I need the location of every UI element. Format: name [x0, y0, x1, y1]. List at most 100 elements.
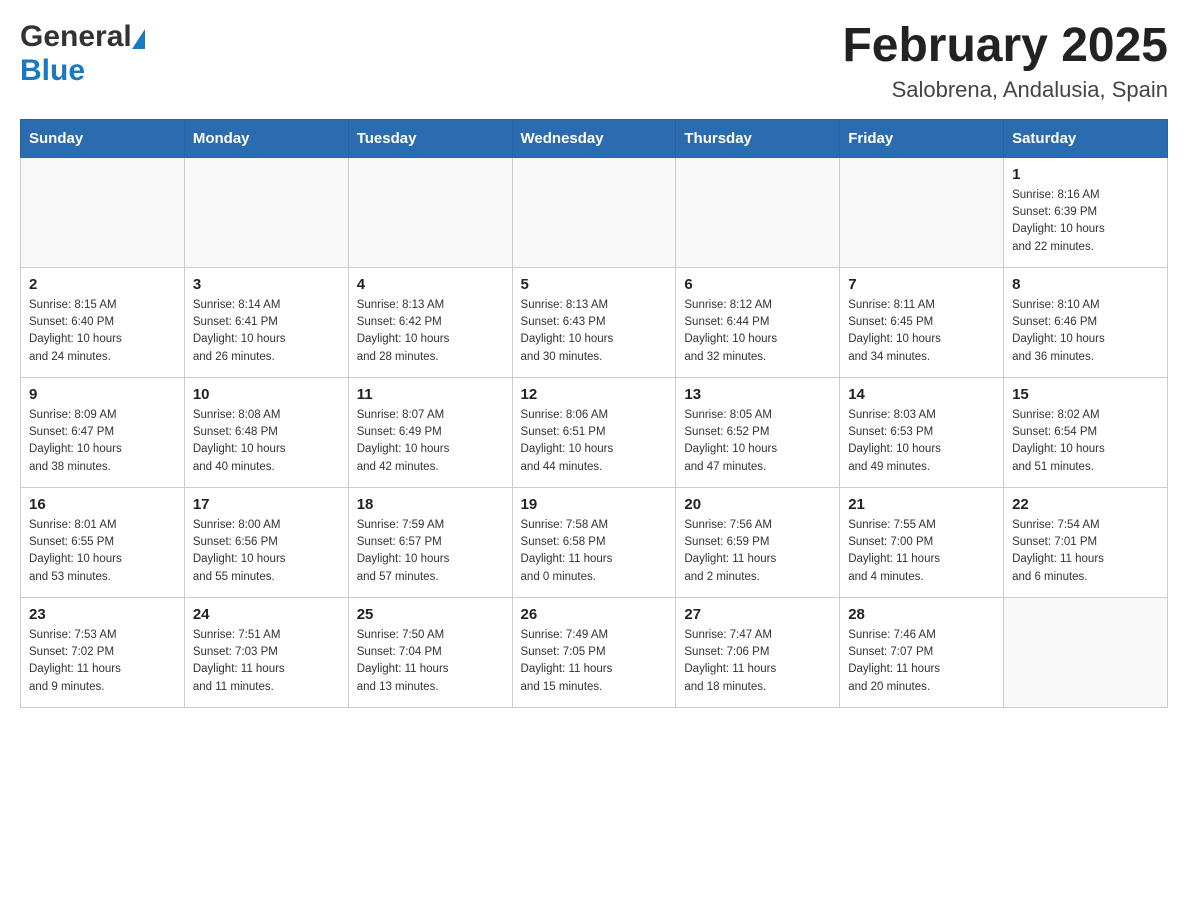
day-number: 18: [357, 496, 504, 513]
calendar-cell: [21, 157, 185, 267]
logo-general-text: General: [20, 20, 132, 54]
day-info: Sunrise: 8:01 AM Sunset: 6:55 PM Dayligh…: [29, 517, 176, 586]
day-number: 19: [521, 496, 668, 513]
calendar-cell: 18Sunrise: 7:59 AM Sunset: 6:57 PM Dayli…: [348, 487, 512, 597]
day-number: 13: [684, 386, 831, 403]
month-title: February 2025: [842, 20, 1168, 73]
day-info: Sunrise: 7:47 AM Sunset: 7:06 PM Dayligh…: [684, 627, 831, 696]
calendar-cell: 13 Sunrise: 8:05 AM Sunset: 6:52 PM Dayli…: [676, 377, 840, 487]
day-number: 28: [848, 606, 995, 623]
day-number: 10: [193, 386, 340, 403]
day-number: 12: [521, 386, 668, 403]
day-of-week-tuesday: Tuesday: [348, 119, 512, 157]
day-info: Sunrise: 8:10 AM Sunset: 6:46 PM Dayligh…: [1012, 297, 1159, 366]
day-number: 3: [193, 276, 340, 293]
day-info: Sunrise: 7:51 AM Sunset: 7:03 PM Dayligh…: [193, 627, 340, 696]
day-number: 20: [684, 496, 831, 513]
day-number: 4: [357, 276, 504, 293]
calendar-cell: 20 Sunrise: 7:56 AM Sunset: 6:59 PM Dayli…: [676, 487, 840, 597]
calendar-cell: 4Sunrise: 8:13 AM Sunset: 6:42 PM Daylig…: [348, 267, 512, 377]
calendar-cell: 24Sunrise: 7:51 AM Sunset: 7:03 PM Dayli…: [184, 597, 348, 707]
day-number: 25: [357, 606, 504, 623]
page-header: General Blue February 2025 Salobrena, An…: [20, 20, 1168, 103]
calendar-cell: [348, 157, 512, 267]
day-info: Sunrise: 8:06 AM Sunset: 6:51 PM Dayligh…: [521, 407, 668, 476]
day-info: Sunrise: 7:50 AM Sunset: 7:04 PM Dayligh…: [357, 627, 504, 696]
calendar-header: SundayMondayTuesdayWednesdayThursdayFrid…: [21, 119, 1168, 157]
day-number: 8: [1012, 276, 1159, 293]
day-info: Sunrise: 8:03 AM Sunset: 6:53 PM Dayligh…: [848, 407, 995, 476]
day-of-week-wednesday: Wednesday: [512, 119, 676, 157]
day-of-week-sunday: Sunday: [21, 119, 185, 157]
day-number: 14: [848, 386, 995, 403]
calendar-cell: 21 Sunrise: 7:55 AM Sunset: 7:00 PM Dayli…: [840, 487, 1004, 597]
day-number: 16: [29, 496, 176, 513]
day-info: Sunrise: 8:16 AM Sunset: 6:39 PM Dayligh…: [1012, 187, 1159, 256]
day-of-week-saturday: Saturday: [1004, 119, 1168, 157]
calendar-cell: 10 Sunrise: 8:08 AM Sunset: 6:48 PM Dayli…: [184, 377, 348, 487]
calendar-cell: 11 Sunrise: 8:07 AM Sunset: 6:49 PM Dayli…: [348, 377, 512, 487]
day-number: 2: [29, 276, 176, 293]
logo: General Blue: [20, 20, 145, 88]
calendar-cell: 22 Sunrise: 7:54 AM Sunset: 7:01 PM Dayli…: [1004, 487, 1168, 597]
calendar-cell: 8 Sunrise: 8:10 AM Sunset: 6:46 PM Daylig…: [1004, 267, 1168, 377]
calendar-cell: [840, 157, 1004, 267]
day-info: Sunrise: 8:02 AM Sunset: 6:54 PM Dayligh…: [1012, 407, 1159, 476]
day-info: Sunrise: 8:07 AM Sunset: 6:49 PM Dayligh…: [357, 407, 504, 476]
calendar-week-row: 23Sunrise: 7:53 AM Sunset: 7:02 PM Dayli…: [21, 597, 1168, 707]
calendar-body: 1 Sunrise: 8:16 AM Sunset: 6:39 PM Daylig…: [21, 157, 1168, 707]
day-number: 15: [1012, 386, 1159, 403]
calendar-cell: [512, 157, 676, 267]
day-number: 21: [848, 496, 995, 513]
day-info: Sunrise: 8:13 AM Sunset: 6:43 PM Dayligh…: [521, 297, 668, 366]
calendar-cell: [184, 157, 348, 267]
calendar-week-row: 9 Sunrise: 8:09 AM Sunset: 6:47 PM Daylig…: [21, 377, 1168, 487]
day-number: 11: [357, 386, 504, 403]
day-info: Sunrise: 7:53 AM Sunset: 7:02 PM Dayligh…: [29, 627, 176, 696]
day-number: 22: [1012, 496, 1159, 513]
day-number: 5: [521, 276, 668, 293]
title-section: February 2025 Salobrena, Andalusia, Spai…: [842, 20, 1168, 103]
calendar-cell: 12 Sunrise: 8:06 AM Sunset: 6:51 PM Dayli…: [512, 377, 676, 487]
calendar-cell: 6Sunrise: 8:12 AM Sunset: 6:44 PM Daylig…: [676, 267, 840, 377]
location-text: Salobrena, Andalusia, Spain: [842, 77, 1168, 103]
day-info: Sunrise: 8:12 AM Sunset: 6:44 PM Dayligh…: [684, 297, 831, 366]
day-number: 9: [29, 386, 176, 403]
day-info: Sunrise: 8:15 AM Sunset: 6:40 PM Dayligh…: [29, 297, 176, 366]
day-of-week-monday: Monday: [184, 119, 348, 157]
calendar-cell: 28Sunrise: 7:46 AM Sunset: 7:07 PM Dayli…: [840, 597, 1004, 707]
day-number: 26: [521, 606, 668, 623]
calendar-cell: 14 Sunrise: 8:03 AM Sunset: 6:53 PM Dayli…: [840, 377, 1004, 487]
day-info: Sunrise: 7:58 AM Sunset: 6:58 PM Dayligh…: [521, 517, 668, 586]
day-number: 27: [684, 606, 831, 623]
logo-blue-text: Blue: [20, 54, 85, 87]
day-number: 1: [1012, 166, 1159, 183]
calendar-week-row: 1 Sunrise: 8:16 AM Sunset: 6:39 PM Daylig…: [21, 157, 1168, 267]
day-info: Sunrise: 8:14 AM Sunset: 6:41 PM Dayligh…: [193, 297, 340, 366]
calendar-cell: 23Sunrise: 7:53 AM Sunset: 7:02 PM Dayli…: [21, 597, 185, 707]
day-info: Sunrise: 8:08 AM Sunset: 6:48 PM Dayligh…: [193, 407, 340, 476]
calendar-cell: 27 Sunrise: 7:47 AM Sunset: 7:06 PM Dayli…: [676, 597, 840, 707]
day-info: Sunrise: 7:56 AM Sunset: 6:59 PM Dayligh…: [684, 517, 831, 586]
calendar-week-row: 2 Sunrise: 8:15 AM Sunset: 6:40 PM Daylig…: [21, 267, 1168, 377]
calendar-cell: 17Sunrise: 8:00 AM Sunset: 6:56 PM Dayli…: [184, 487, 348, 597]
calendar-cell: [1004, 597, 1168, 707]
calendar-cell: 5 Sunrise: 8:13 AM Sunset: 6:43 PM Daylig…: [512, 267, 676, 377]
calendar-cell: 7Sunrise: 8:11 AM Sunset: 6:45 PM Daylig…: [840, 267, 1004, 377]
day-info: Sunrise: 7:49 AM Sunset: 7:05 PM Dayligh…: [521, 627, 668, 696]
day-header-row: SundayMondayTuesdayWednesdayThursdayFrid…: [21, 119, 1168, 157]
logo-triangle-icon: [132, 29, 145, 49]
calendar-week-row: 16 Sunrise: 8:01 AM Sunset: 6:55 PM Dayli…: [21, 487, 1168, 597]
day-info: Sunrise: 8:00 AM Sunset: 6:56 PM Dayligh…: [193, 517, 340, 586]
day-info: Sunrise: 8:09 AM Sunset: 6:47 PM Dayligh…: [29, 407, 176, 476]
calendar-cell: 26 Sunrise: 7:49 AM Sunset: 7:05 PM Dayli…: [512, 597, 676, 707]
day-info: Sunrise: 8:05 AM Sunset: 6:52 PM Dayligh…: [684, 407, 831, 476]
day-info: Sunrise: 7:54 AM Sunset: 7:01 PM Dayligh…: [1012, 517, 1159, 586]
day-info: Sunrise: 7:55 AM Sunset: 7:00 PM Dayligh…: [848, 517, 995, 586]
day-info: Sunrise: 8:11 AM Sunset: 6:45 PM Dayligh…: [848, 297, 995, 366]
calendar-cell: [676, 157, 840, 267]
calendar-cell: 1 Sunrise: 8:16 AM Sunset: 6:39 PM Daylig…: [1004, 157, 1168, 267]
calendar-cell: 25 Sunrise: 7:50 AM Sunset: 7:04 PM Dayli…: [348, 597, 512, 707]
calendar-table: SundayMondayTuesdayWednesdayThursdayFrid…: [20, 119, 1168, 708]
day-of-week-friday: Friday: [840, 119, 1004, 157]
